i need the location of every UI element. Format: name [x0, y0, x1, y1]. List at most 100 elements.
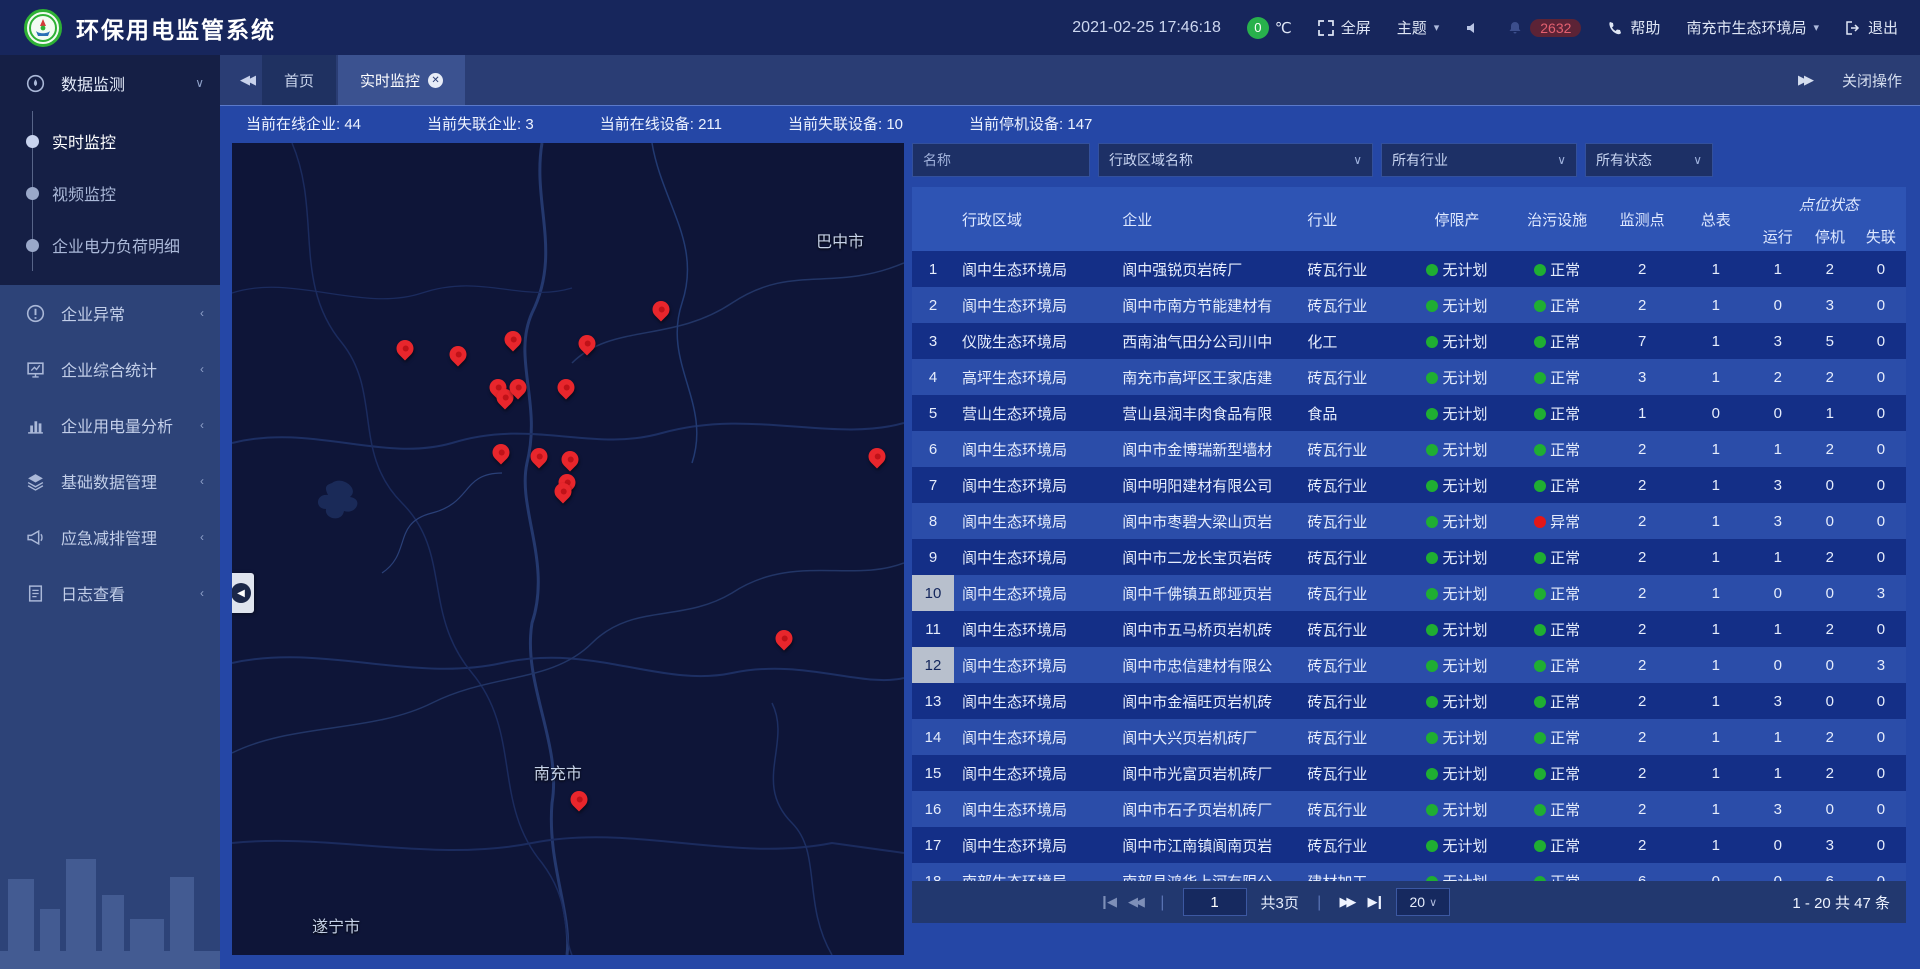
col-group-point-status: 点位状态 [1752, 187, 1906, 221]
facility-status-cell: 正常 [1510, 395, 1605, 431]
region-cell: 高坪生态环境局 [954, 359, 1114, 395]
industry-cell: 砖瓦行业 [1299, 575, 1404, 611]
lost-cell: 3 [1856, 647, 1906, 683]
sidebar-item-emergency-reduction[interactable]: 应急减排管理‹ [0, 509, 220, 565]
table-row[interactable]: 12阆中生态环境局阆中市忠信建材有限公砖瓦行业无计划正常21003 [912, 647, 1906, 683]
meters-cell: 1 [1680, 719, 1752, 755]
col-industry[interactable]: 行业 [1299, 187, 1404, 251]
points-cell: 2 [1605, 647, 1680, 683]
table-row[interactable]: 2阆中生态环境局阆中市南方节能建材有砖瓦行业无计划正常21030 [912, 287, 1906, 323]
tabs-scroll-left-button[interactable]: ◀◀ [230, 72, 262, 88]
industry-cell: 砖瓦行业 [1299, 683, 1404, 719]
temperature-unit: ℃ [1275, 19, 1292, 37]
industry-cell: 砖瓦行业 [1299, 503, 1404, 539]
col-stopped[interactable]: 停机 [1804, 221, 1856, 251]
table-row[interactable]: 14阆中生态环境局阆中大兴页岩机砖厂砖瓦行业无计划正常21120 [912, 719, 1906, 755]
points-cell: 2 [1605, 467, 1680, 503]
table-row[interactable]: 16阆中生态环境局阆中市石子页岩机砖厂砖瓦行业无计划正常21300 [912, 791, 1906, 827]
col-meters[interactable]: 总表 [1680, 187, 1752, 251]
theme-dropdown[interactable]: 主题▾ [1397, 17, 1440, 38]
tab-realtime-monitoring[interactable]: 实时监控 ✕ [338, 55, 465, 105]
industry-filter-select[interactable]: 所有行业∨ [1381, 143, 1577, 177]
close-tab-icon[interactable]: ✕ [428, 73, 443, 88]
last-page-button[interactable]: ▶❙ [1367, 894, 1382, 910]
map-panel[interactable]: 巴中市南充市遂宁市 ◀ [232, 143, 904, 955]
meters-cell: 0 [1680, 863, 1752, 881]
company-cell: 阆中市南方节能建材有 [1114, 287, 1299, 323]
first-page-button[interactable]: ❙◀ [1099, 894, 1114, 910]
sidebar-item-realtime-monitoring[interactable]: 实时监控 [0, 115, 220, 167]
col-running[interactable]: 运行 [1752, 221, 1804, 251]
table-row[interactable]: 13阆中生态环境局阆中市金福旺页岩机砖砖瓦行业无计划正常21300 [912, 683, 1906, 719]
status-filter-select[interactable]: 所有状态∨ [1585, 143, 1713, 177]
chevron-left-icon: ‹ [200, 586, 204, 600]
next-page-button[interactable]: ▶▶ [1339, 894, 1353, 910]
running-cell: 0 [1752, 395, 1804, 431]
company-cell: 阆中市忠信建材有限公 [1114, 647, 1299, 683]
col-facility[interactable]: 治污设施 [1510, 187, 1605, 251]
lost-cell: 0 [1856, 395, 1906, 431]
region-filter-select[interactable]: 行政区域名称∨ [1098, 143, 1373, 177]
logout-button[interactable]: 退出 [1845, 17, 1898, 38]
sidebar-item-enterprise-statistics[interactable]: 企业综合统计‹ [0, 341, 220, 397]
table-row[interactable]: 4高坪生态环境局南充市高坪区王家店建砖瓦行业无计划正常31220 [912, 359, 1906, 395]
sidebar-item-data-monitoring[interactable]: 数据监测 ∨ [0, 55, 220, 111]
facility-status-cell: 正常 [1510, 611, 1605, 647]
table-row[interactable]: 3仪陇生态环境局西南油气田分公司川中化工无计划正常71350 [912, 323, 1906, 359]
table-row[interactable]: 15阆中生态环境局阆中市光富页岩机砖厂砖瓦行业无计划正常21120 [912, 755, 1906, 791]
close-operations-dropdown[interactable]: 关闭操作 [1842, 70, 1902, 91]
company-cell: 阆中大兴页岩机砖厂 [1114, 719, 1299, 755]
table-row[interactable]: 17阆中生态环境局阆中市江南镇阆南页岩砖瓦行业无计划正常21030 [912, 827, 1906, 863]
industry-cell: 化工 [1299, 323, 1404, 359]
sidebar-item-power-load-detail[interactable]: 企业电力负荷明细 [0, 219, 220, 271]
help-button[interactable]: 帮助 [1607, 17, 1660, 38]
table-body-viewport: 1阆中生态环境局阆中强锐页岩砖厂砖瓦行业无计划正常211202阆中生态环境局阆中… [912, 251, 1906, 881]
table-row[interactable]: 11阆中生态环境局阆中市五马桥页岩机砖砖瓦行业无计划正常21120 [912, 611, 1906, 647]
table-row[interactable]: 5营山生态环境局营山县润丰肉食品有限食品无计划正常10010 [912, 395, 1906, 431]
stopped-cell: 2 [1804, 359, 1856, 395]
points-cell: 1 [1605, 395, 1680, 431]
row-number-cell: 16 [912, 791, 954, 827]
page-number-input[interactable] [1183, 888, 1247, 916]
lost-cell: 0 [1856, 719, 1906, 755]
sidebar-item-base-data[interactable]: 基础数据管理‹ [0, 453, 220, 509]
table-row[interactable]: 1阆中生态环境局阆中强锐页岩砖厂砖瓦行业无计划正常21120 [912, 251, 1906, 287]
name-filter-input[interactable] [912, 143, 1090, 177]
table-row[interactable]: 18南部生态环境局南部县鸿华上河有限公建材加工无计划正常60060 [912, 863, 1906, 881]
sidebar-item-log-view[interactable]: 日志查看‹ [0, 565, 220, 621]
status-dot-icon [1426, 264, 1438, 276]
status-dot-icon [1426, 408, 1438, 420]
col-lost[interactable]: 失联 [1856, 221, 1906, 251]
sidebar-item-enterprise-abnormal[interactable]: 企业异常‹ [0, 285, 220, 341]
col-halt[interactable]: 停限产 [1404, 187, 1509, 251]
region-cell: 阆中生态环境局 [954, 467, 1114, 503]
table-row[interactable]: 8阆中生态环境局阆中市枣碧大梁山页岩砖瓦行业无计划异常21300 [912, 503, 1906, 539]
row-number-cell: 7 [912, 467, 954, 503]
page-size-select[interactable]: 20∨ [1396, 888, 1450, 916]
main: 数据监测 ∨ 实时监控 视频监控 企业电力负荷明细 [0, 55, 1920, 969]
tabs-scroll-right-button[interactable]: ▶▶ [1788, 72, 1820, 88]
org-dropdown[interactable]: 南充市生态环境局▾ [1686, 17, 1819, 38]
col-points[interactable]: 监测点 [1605, 187, 1680, 251]
sidebar-item-video-monitoring[interactable]: 视频监控 [0, 167, 220, 219]
fullscreen-button[interactable]: 全屏 [1318, 17, 1371, 38]
logout-icon [1845, 20, 1861, 36]
col-region[interactable]: 行政区域 [954, 187, 1114, 251]
facility-status-cell: 正常 [1510, 251, 1605, 287]
col-company[interactable]: 企业 [1114, 187, 1299, 251]
stopped-cell: 3 [1804, 827, 1856, 863]
table-row[interactable]: 7阆中生态环境局阆中明阳建材有限公司砖瓦行业无计划正常21300 [912, 467, 1906, 503]
notifications-button[interactable]: 2632 [1507, 19, 1581, 37]
table-header: 行政区域 企业 行业 停限产 治污设施 监测点 总表 点位状态 运行 停机 [912, 187, 1906, 251]
points-cell: 2 [1605, 683, 1680, 719]
volume-button[interactable] [1465, 20, 1481, 36]
prev-page-button[interactable]: ◀◀ [1128, 894, 1142, 910]
tab-home[interactable]: 首页 [262, 55, 336, 105]
status-dot-icon [1426, 696, 1438, 708]
points-cell: 2 [1605, 611, 1680, 647]
map-collapse-button[interactable]: ◀ [232, 573, 254, 613]
sidebar-item-power-analysis[interactable]: 企业用电量分析‹ [0, 397, 220, 453]
table-row[interactable]: 6阆中生态环境局阆中市金博瑞新型墙材砖瓦行业无计划正常21120 [912, 431, 1906, 467]
table-row[interactable]: 9阆中生态环境局阆中市二龙长宝页岩砖砖瓦行业无计划正常21120 [912, 539, 1906, 575]
table-row[interactable]: 10阆中生态环境局阆中千佛镇五郎垭页岩砖瓦行业无计划正常21003 [912, 575, 1906, 611]
